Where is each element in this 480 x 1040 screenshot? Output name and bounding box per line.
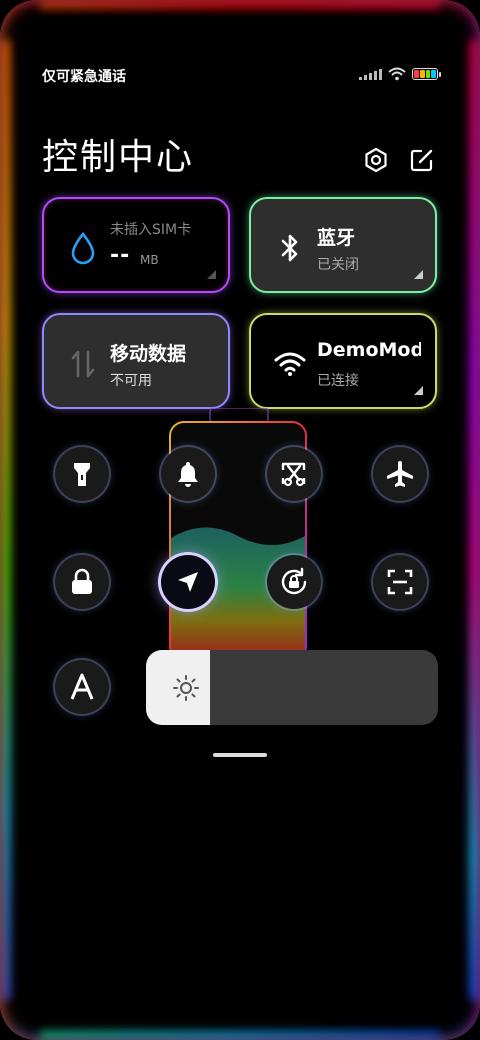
location-toggle[interactable] [161, 555, 215, 609]
letter-a-icon [70, 673, 94, 700]
expand-corner-icon [414, 270, 423, 279]
wifi-icon [273, 347, 307, 381]
flashlight-icon [74, 463, 90, 486]
wifi-icon [388, 67, 406, 81]
signal-icon [359, 68, 382, 80]
home-indicator[interactable] [213, 753, 267, 757]
mobile-data-icon [66, 347, 100, 381]
bluetooth-status: 已关闭 [317, 257, 359, 273]
settings-icon [365, 147, 387, 173]
battery-icon [412, 68, 441, 80]
status-bar: 仅可紧急通话 [42, 64, 441, 88]
scissors-icon [281, 462, 306, 487]
data-usage-value: -- [110, 243, 131, 268]
location-arrow-icon [178, 572, 198, 592]
lock-screen-toggle[interactable] [55, 555, 109, 609]
auto-brightness-toggle[interactable] [55, 660, 109, 714]
edge-glow-bottom [40, 1032, 440, 1040]
mute-toggle[interactable] [161, 447, 215, 501]
wifi-network-name: DemoMod [317, 339, 421, 361]
scan-icon [387, 569, 413, 595]
status-icons [359, 67, 441, 81]
bluetooth-tile[interactable]: 蓝牙 已关闭 [249, 197, 437, 293]
settings-button[interactable] [360, 144, 392, 176]
flashlight-toggle[interactable] [55, 447, 109, 501]
rotation-lock-toggle[interactable] [267, 555, 321, 609]
scanner-toggle[interactable] [373, 555, 427, 609]
brightness-slider[interactable] [146, 650, 438, 725]
airplane-mode-toggle[interactable] [373, 447, 427, 501]
data-usage-unit: MB [140, 253, 159, 267]
expand-corner-icon [414, 386, 423, 395]
bell-icon [178, 462, 198, 487]
sun-icon [173, 675, 199, 701]
page-title: 控制中心 [42, 137, 195, 178]
data-usage-tile[interactable]: 未插入SIM卡 -- MB [42, 197, 230, 293]
wifi-status: 已连接 [317, 373, 359, 389]
wifi-tile[interactable]: DemoMod 已连接 [249, 313, 437, 409]
screenshot-toggle[interactable] [267, 447, 321, 501]
mobile-data-title: 移动数据 [110, 343, 187, 365]
water-drop-icon [66, 231, 100, 265]
lock-icon [72, 568, 92, 594]
edge-glow-top [40, 0, 440, 8]
edit-button[interactable] [406, 144, 438, 176]
bluetooth-icon [273, 231, 307, 265]
expand-corner-icon [207, 270, 216, 279]
carrier-label: 仅可紧急通话 [42, 69, 126, 85]
edge-glow-right [470, 40, 480, 1000]
rotation-lock-icon [281, 567, 307, 595]
bluetooth-title: 蓝牙 [317, 227, 356, 249]
edit-icon [410, 149, 433, 172]
data-usage-title: 未插入SIM卡 [110, 222, 192, 238]
airplane-icon [387, 461, 413, 487]
mobile-data-tile[interactable]: 移动数据 不可用 [42, 313, 230, 409]
edge-glow-left [0, 40, 10, 1000]
mobile-data-status: 不可用 [110, 373, 152, 389]
